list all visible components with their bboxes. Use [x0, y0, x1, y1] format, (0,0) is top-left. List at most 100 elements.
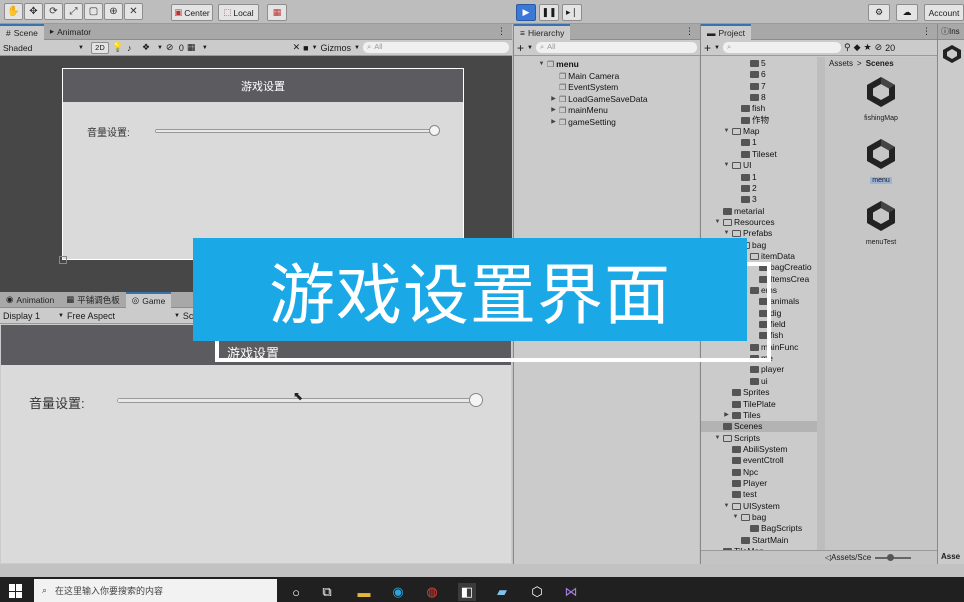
project-tree-item[interactable]: metarial	[714, 206, 764, 217]
taskbar-search-input[interactable]: ⌕ 在这里输入你要搜索的内容	[34, 579, 277, 602]
mode-2d-toggle[interactable]: 2D	[91, 42, 109, 54]
project-tree-item[interactable]: ui	[741, 376, 768, 387]
label-icon[interactable]: ◆	[854, 42, 861, 53]
notepad-icon[interactable]: ▰	[493, 583, 511, 601]
windows-start-icon[interactable]	[9, 584, 23, 598]
project-tree-item[interactable]: Player	[723, 478, 767, 489]
tab-animation[interactable]: ◉Animation	[0, 292, 60, 308]
expand-right-icon[interactable]: ▶	[550, 94, 557, 105]
expand-right-icon[interactable]: ▶	[550, 105, 557, 116]
project-tree-item[interactable]: test	[723, 489, 757, 500]
unity-hub-icon[interactable]: ◧	[458, 583, 476, 601]
project-tree-item[interactable]: 2	[732, 183, 757, 194]
tools-icon[interactable]: ✕	[293, 42, 301, 53]
project-tree-item[interactable]: 1	[732, 172, 757, 183]
expand-down-icon[interactable]: ▼	[714, 217, 721, 228]
camera-icon[interactable]: ■	[303, 43, 308, 53]
scene-settings-panel[interactable]: 游戏设置 音量设置:	[62, 68, 464, 260]
project-tree-item[interactable]: ▼bag	[732, 512, 766, 523]
project-tree-item[interactable]: ▼UI	[723, 160, 752, 171]
hierarchy-item[interactable]: ❒Main Camera	[550, 71, 619, 82]
pivot-local-button[interactable]: ⬚Local	[218, 4, 259, 21]
breadcrumb-root[interactable]: Assets	[829, 59, 853, 68]
filter-type-icon[interactable]: ⚲	[844, 42, 851, 53]
expand-down-icon[interactable]: ▼	[723, 501, 730, 512]
project-tree-item[interactable]: 3	[732, 194, 757, 205]
tab-animator[interactable]: ▸Animator	[44, 24, 97, 40]
project-tree-item[interactable]: ▶Tiles	[723, 410, 761, 421]
zoom-slider[interactable]	[875, 557, 911, 559]
project-tree-item[interactable]: Sprites	[723, 387, 769, 398]
project-tree-item[interactable]: 6	[741, 69, 766, 80]
project-tree-item[interactable]: 作物	[732, 115, 769, 126]
project-tree-item[interactable]: ▼Map	[723, 126, 760, 137]
inspector-title[interactable]: Ins	[949, 27, 960, 36]
tab-hierarchy[interactable]: ≡Hierarchy	[514, 24, 570, 40]
project-tree-item[interactable]: ▼UISystem	[723, 501, 780, 512]
pause-button[interactable]: ❚❚	[539, 4, 559, 21]
project-tree-item[interactable]: 7	[741, 81, 766, 92]
hidden-objects-icon[interactable]: ⊘	[166, 42, 176, 53]
project-tree-item[interactable]: BagScripts	[741, 523, 802, 534]
hierarchy-item[interactable]: ❒EventSystem	[550, 82, 618, 93]
hierarchy-item[interactable]: ▶❒gameSetting	[550, 117, 616, 128]
game-volume-handle[interactable]	[469, 393, 483, 407]
gizmos-dropdown[interactable]: Gizmos	[321, 43, 352, 53]
cloud-icon[interactable]: ☁	[896, 4, 918, 21]
grid-snap-button[interactable]: ▦	[267, 4, 287, 21]
unity-icon[interactable]: ⬡	[528, 583, 546, 601]
asset-item[interactable]: menu	[849, 137, 913, 184]
project-search-input[interactable]: ⌕	[723, 42, 841, 53]
hierarchy-item[interactable]: ▶❒LoadGameSaveData	[550, 94, 648, 105]
aspect-select[interactable]: Free Aspect	[67, 311, 171, 321]
project-tree-item[interactable]: Scenes	[701, 421, 817, 432]
grid-icon[interactable]: ▦	[187, 42, 199, 53]
visual-studio-icon[interactable]: ⋈	[562, 583, 580, 601]
pivot-center-button[interactable]: ▣Center	[171, 4, 213, 21]
effects-icon[interactable]: ❖	[142, 42, 154, 53]
expand-down-icon[interactable]: ▼	[723, 160, 730, 171]
hand-tool-icon[interactable]: ✋	[4, 3, 23, 20]
tree-scrollbar[interactable]	[817, 57, 825, 550]
project-tree-item[interactable]: 5	[741, 58, 766, 69]
project-tree-item[interactable]: ▼itemData	[741, 251, 795, 262]
breadcrumb-current[interactable]: Scenes	[866, 59, 894, 68]
move-tool-icon[interactable]: ✥	[24, 3, 43, 20]
panel-menu-icon[interactable]: ⋮	[685, 26, 694, 37]
project-tree-item[interactable]: Npc	[723, 467, 758, 478]
project-tree-item[interactable]: ▼Resources	[714, 217, 775, 228]
scene-volume-handle[interactable]	[429, 125, 440, 136]
tab-project[interactable]: ▬Project	[701, 24, 751, 40]
add-icon[interactable]: +	[704, 41, 711, 55]
scene-search-input[interactable]: ⌕All	[363, 42, 509, 53]
rect-tool-icon[interactable]: ▢	[84, 3, 103, 20]
rotate-tool-icon[interactable]: ⟳	[44, 3, 63, 20]
project-tree-item[interactable]: AbiliSystem	[723, 444, 787, 455]
tab-tile-palette[interactable]: ▦平铺调色板	[60, 292, 126, 308]
project-tree-item[interactable]: 1	[732, 137, 757, 148]
project-tree-item[interactable]: TilePlate	[723, 399, 776, 410]
project-tree-item[interactable]: StartMain	[732, 535, 788, 546]
shading-mode-select[interactable]: Shaded	[3, 43, 87, 53]
scene-volume-slider[interactable]	[155, 129, 435, 133]
project-tree-item[interactable]: fish	[732, 103, 765, 114]
project-tree-item[interactable]: ▼Scripts	[714, 433, 760, 444]
account-button[interactable]: Account	[924, 4, 964, 21]
hidden-packages-icon[interactable]: ⊘	[875, 42, 883, 53]
hierarchy-item[interactable]: ▼❒menu	[538, 59, 579, 70]
expand-down-icon[interactable]: ▼	[732, 512, 739, 523]
panel-menu-icon[interactable]: ⋮	[497, 26, 506, 37]
file-explorer-icon[interactable]: ▬	[355, 583, 373, 601]
audio-icon[interactable]: ♪	[127, 43, 139, 53]
expand-down-icon[interactable]: ▼	[538, 59, 545, 70]
expand-right-icon[interactable]: ▶	[723, 410, 730, 421]
hierarchy-item[interactable]: ▶❒mainMenu	[550, 105, 608, 116]
tab-game[interactable]: ◎Game	[126, 292, 172, 308]
cortana-icon[interactable]: ○	[287, 583, 305, 601]
project-tree-item[interactable]: Tileset	[732, 149, 777, 160]
project-tree-item[interactable]: player	[741, 364, 784, 375]
chrome-icon[interactable]: ◍	[423, 583, 441, 601]
transform-tool-icon[interactable]: ⊕	[104, 3, 123, 20]
asset-item[interactable]: fishingMap	[849, 75, 913, 122]
project-tree-item[interactable]: 8	[741, 92, 766, 103]
